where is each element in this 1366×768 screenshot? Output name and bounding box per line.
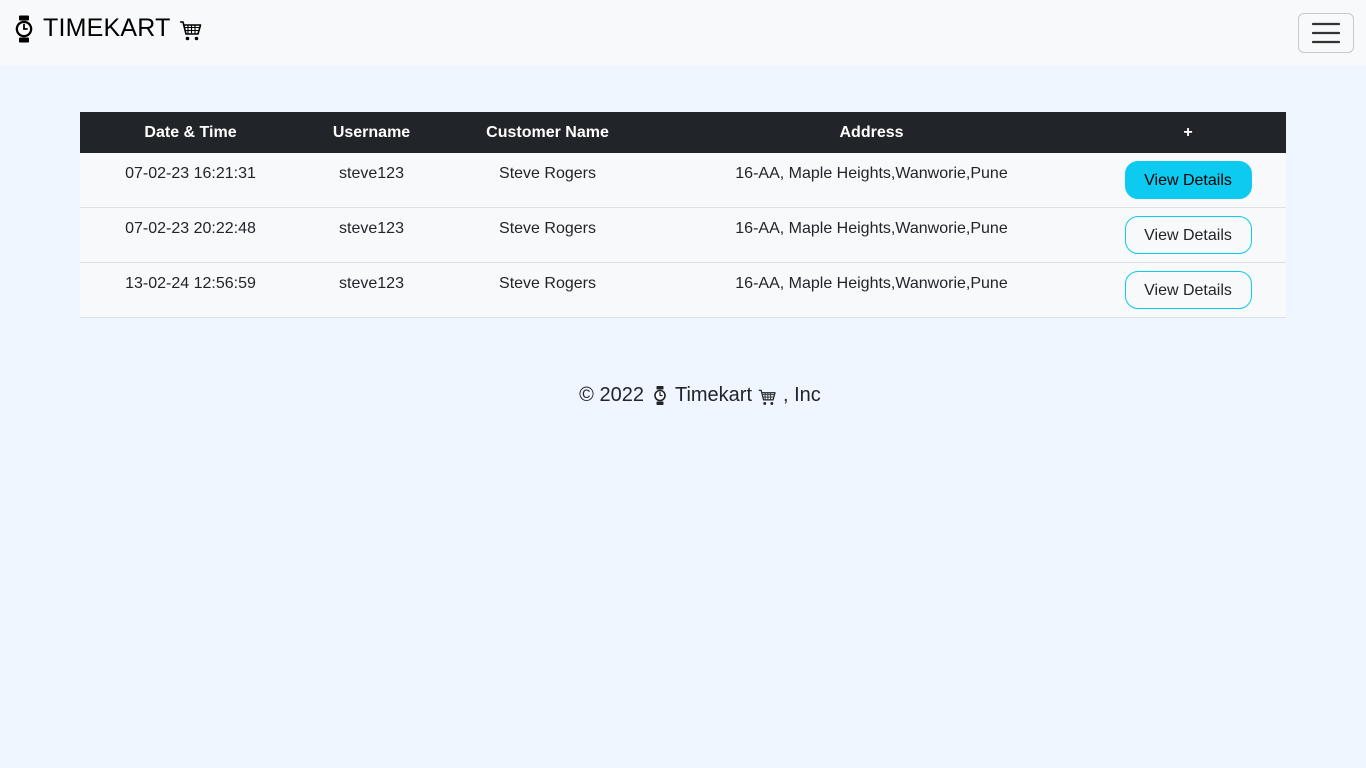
watch-icon	[15, 15, 33, 42]
orders-table-container: Date & Time Username Customer Name Addre…	[80, 112, 1286, 318]
cell-customer-name: Steve Rogers	[442, 262, 653, 318]
cell-customer-name: Steve Rogers	[442, 207, 653, 263]
footer-suffix: , Inc	[783, 384, 821, 406]
cell-username: steve123	[301, 153, 442, 208]
orders-table: Date & Time Username Customer Name Addre…	[80, 112, 1286, 318]
column-header-customer-name: Customer Name	[442, 112, 653, 153]
cell-customer-name: Steve Rogers	[442, 153, 653, 208]
brand-text: TIMEKART	[43, 14, 171, 42]
hamburger-menu-icon	[1312, 22, 1340, 44]
column-header-datetime: Date & Time	[80, 112, 301, 153]
view-details-button[interactable]: View Details	[1124, 216, 1252, 254]
cell-datetime: 07-02-23 16:21:31	[80, 153, 301, 208]
brand-link[interactable]: TIMEKART	[14, 14, 203, 43]
watch-icon	[654, 386, 666, 405]
table-row: 13-02-24 12:56:59 steve123 Steve Rogers …	[80, 262, 1286, 318]
cell-datetime: 07-02-23 20:22:48	[80, 207, 301, 263]
cell-address: 16-AA, Maple Heights,Wanworie,Pune	[653, 207, 1090, 263]
navbar-toggler-button[interactable]	[1298, 13, 1354, 53]
column-header-username: Username	[301, 112, 442, 153]
cart-icon	[758, 389, 776, 405]
cell-datetime: 13-02-24 12:56:59	[80, 262, 301, 318]
orders-table-body: 07-02-23 16:21:31 steve123 Steve Rogers …	[80, 153, 1286, 318]
cell-action: View Details	[1090, 207, 1286, 263]
cell-address: 16-AA, Maple Heights,Wanworie,Pune	[653, 262, 1090, 318]
view-details-button[interactable]: View Details	[1124, 271, 1252, 309]
cell-username: steve123	[301, 207, 442, 263]
table-row: 07-02-23 20:22:48 steve123 Steve Rogers …	[80, 207, 1286, 263]
footer-copyright: © 2022	[579, 384, 644, 406]
view-details-button[interactable]: View Details	[1124, 161, 1252, 199]
footer-brand: Timekart	[674, 384, 753, 406]
cart-icon	[179, 20, 201, 40]
column-header-add: +	[1090, 112, 1286, 153]
cell-username: steve123	[301, 262, 442, 318]
table-row: 07-02-23 16:21:31 steve123 Steve Rogers …	[80, 153, 1286, 208]
footer: © 2022 Timekart , Inc	[0, 384, 1366, 407]
orders-table-header: Date & Time Username Customer Name Addre…	[80, 112, 1286, 153]
cell-action: View Details	[1090, 262, 1286, 318]
navbar: TIMEKART	[0, 0, 1366, 65]
cell-action: View Details	[1090, 153, 1286, 208]
cell-address: 16-AA, Maple Heights,Wanworie,Pune	[653, 153, 1090, 208]
column-header-address: Address	[653, 112, 1090, 153]
